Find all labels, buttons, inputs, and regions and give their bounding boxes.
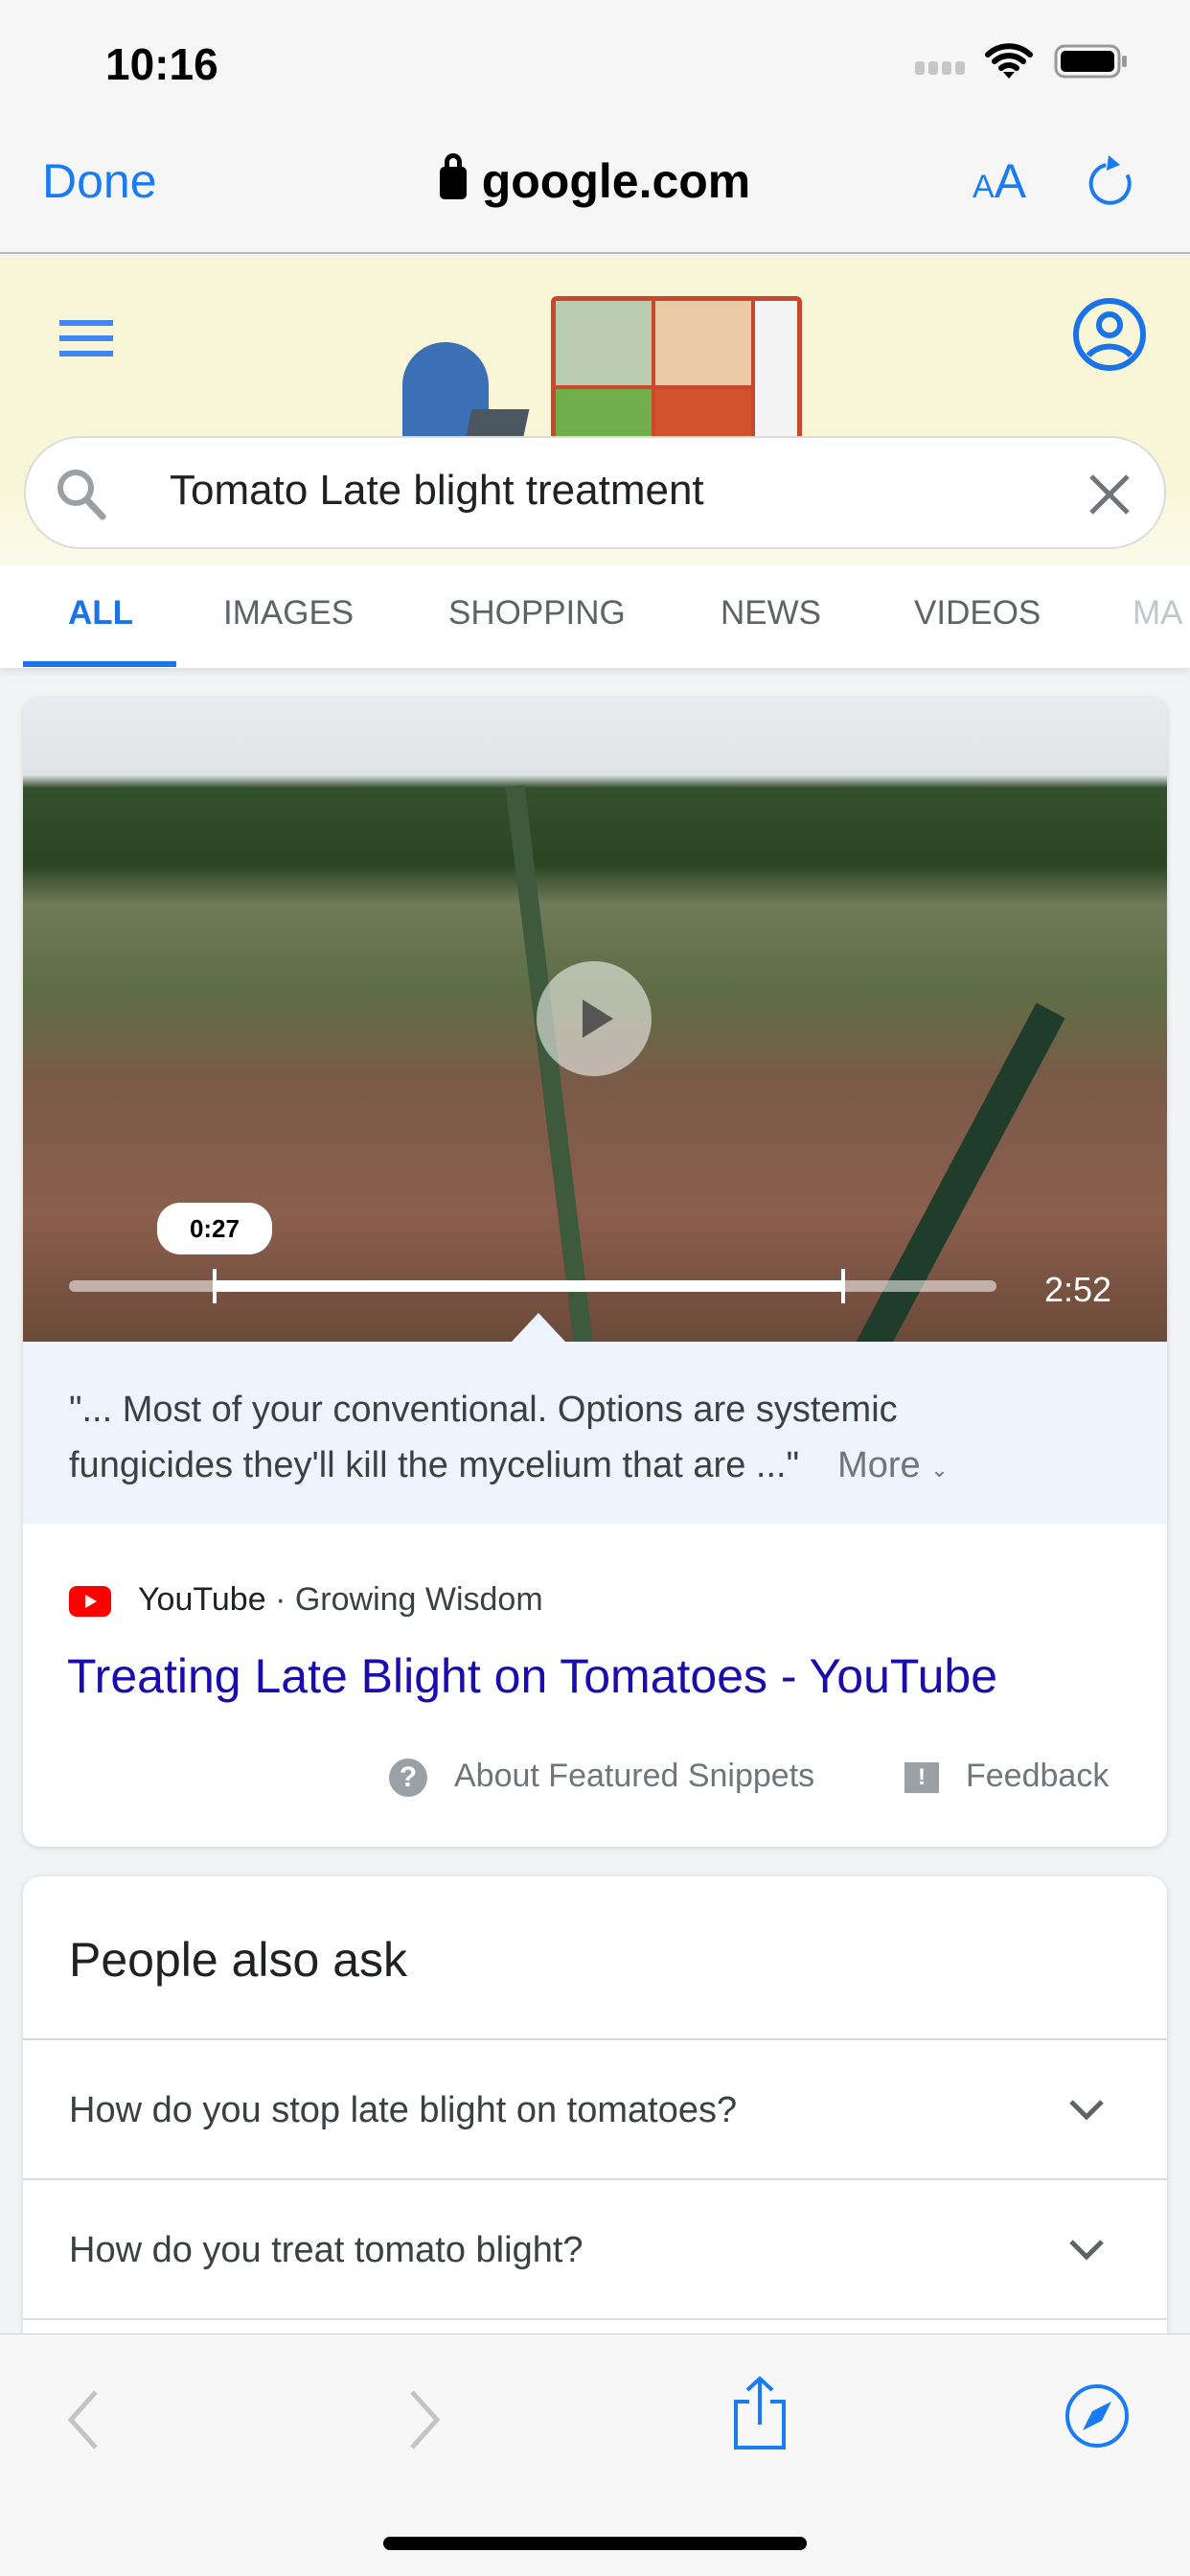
more-button[interactable]: More ⌄	[837, 1445, 949, 1485]
end-handle[interactable]	[841, 1269, 846, 1303]
transcript-snippet: "... Most of your conventional. Options …	[23, 1342, 1167, 1524]
active-tab-indicator	[23, 661, 176, 667]
text-size-button[interactable]: AA	[973, 153, 1026, 209]
tab-maps[interactable]: MA	[1133, 594, 1183, 632]
snippet-line: fungicides they'll kill the mycelium tha…	[69, 1445, 800, 1485]
snippet-pointer	[512, 1313, 565, 1342]
chevron-down-icon	[1069, 2240, 1104, 2261]
start-handle[interactable]	[212, 1269, 217, 1303]
people-also-ask-card: People also ask How do you stop late bli…	[23, 1876, 1167, 2356]
compass-icon[interactable]	[1064, 2382, 1131, 2450]
video-player[interactable]: 0:27 2:52	[23, 698, 1167, 1342]
battery-icon	[1054, 44, 1127, 79]
status-time: 10:16	[105, 39, 218, 89]
signal-icon	[915, 61, 965, 75]
play-button[interactable]	[537, 961, 652, 1076]
lock-icon	[439, 153, 467, 199]
question-text: How do you treat tomato blight?	[69, 2230, 584, 2270]
home-indicator	[383, 2537, 807, 2550]
feedback-icon: !	[904, 1762, 939, 1794]
browser-bottom-toolbar	[0, 2334, 1190, 2576]
question-item[interactable]: How do you treat tomato blight?	[23, 2178, 1167, 2318]
browser-top-bar: 10:16 Done google.com AA	[0, 0, 1190, 254]
result-title-link[interactable]: Treating Late Blight on Tomatoes - YouTu…	[67, 1648, 997, 1704]
share-icon[interactable]	[728, 2375, 791, 2451]
question-item[interactable]: How do you stop late blight on tomatoes?	[23, 2038, 1167, 2178]
search-tabs: ALL IMAGES SHOPPING NEWS VIDEOS MA	[0, 565, 1190, 668]
menu-icon[interactable]	[59, 320, 113, 356]
tab-shopping[interactable]: SHOPPING	[448, 594, 626, 632]
tab-images[interactable]: IMAGES	[223, 594, 354, 632]
search-input[interactable]: Tomato Late blight treatment	[170, 467, 704, 515]
featured-snippet-card: 0:27 2:52 "... Most of your conventional…	[23, 698, 1167, 1847]
result-source: YouTube · Growing Wisdom	[138, 1581, 543, 1618]
tab-all[interactable]: ALL	[68, 594, 133, 632]
snippet-line: "... Most of your conventional. Options …	[69, 1390, 898, 1430]
search-icon[interactable]	[55, 467, 108, 522]
wifi-icon	[985, 43, 1033, 79]
help-icon: ?	[389, 1759, 427, 1798]
question-text: How do you stop late blight on tomatoes?	[69, 2090, 738, 2130]
tab-news[interactable]: NEWS	[721, 594, 821, 632]
search-box[interactable]: Tomato Late blight treatment	[24, 436, 1166, 549]
youtube-icon	[69, 1586, 111, 1617]
chevron-down-icon	[1069, 2100, 1104, 2121]
account-icon[interactable]	[1071, 296, 1148, 373]
about-featured-snippets-link[interactable]: ? About Featured Snippets	[389, 1758, 814, 1798]
people-also-ask-title: People also ask	[69, 1933, 408, 1987]
progress-selection[interactable]	[214, 1280, 844, 1292]
duration-label: 2:52	[1044, 1270, 1112, 1309]
tab-videos[interactable]: VIDEOS	[914, 594, 1041, 632]
chevron-down-icon: ⌄	[930, 1458, 949, 1482]
reload-icon[interactable]	[1087, 151, 1135, 209]
url-text: google.com	[481, 154, 751, 208]
forward-icon[interactable]	[406, 2388, 445, 2451]
clear-icon[interactable]	[1087, 472, 1132, 517]
current-time-bubble: 0:27	[156, 1203, 272, 1254]
back-icon[interactable]	[63, 2388, 102, 2451]
feedback-link[interactable]: ! Feedback	[904, 1758, 1109, 1795]
